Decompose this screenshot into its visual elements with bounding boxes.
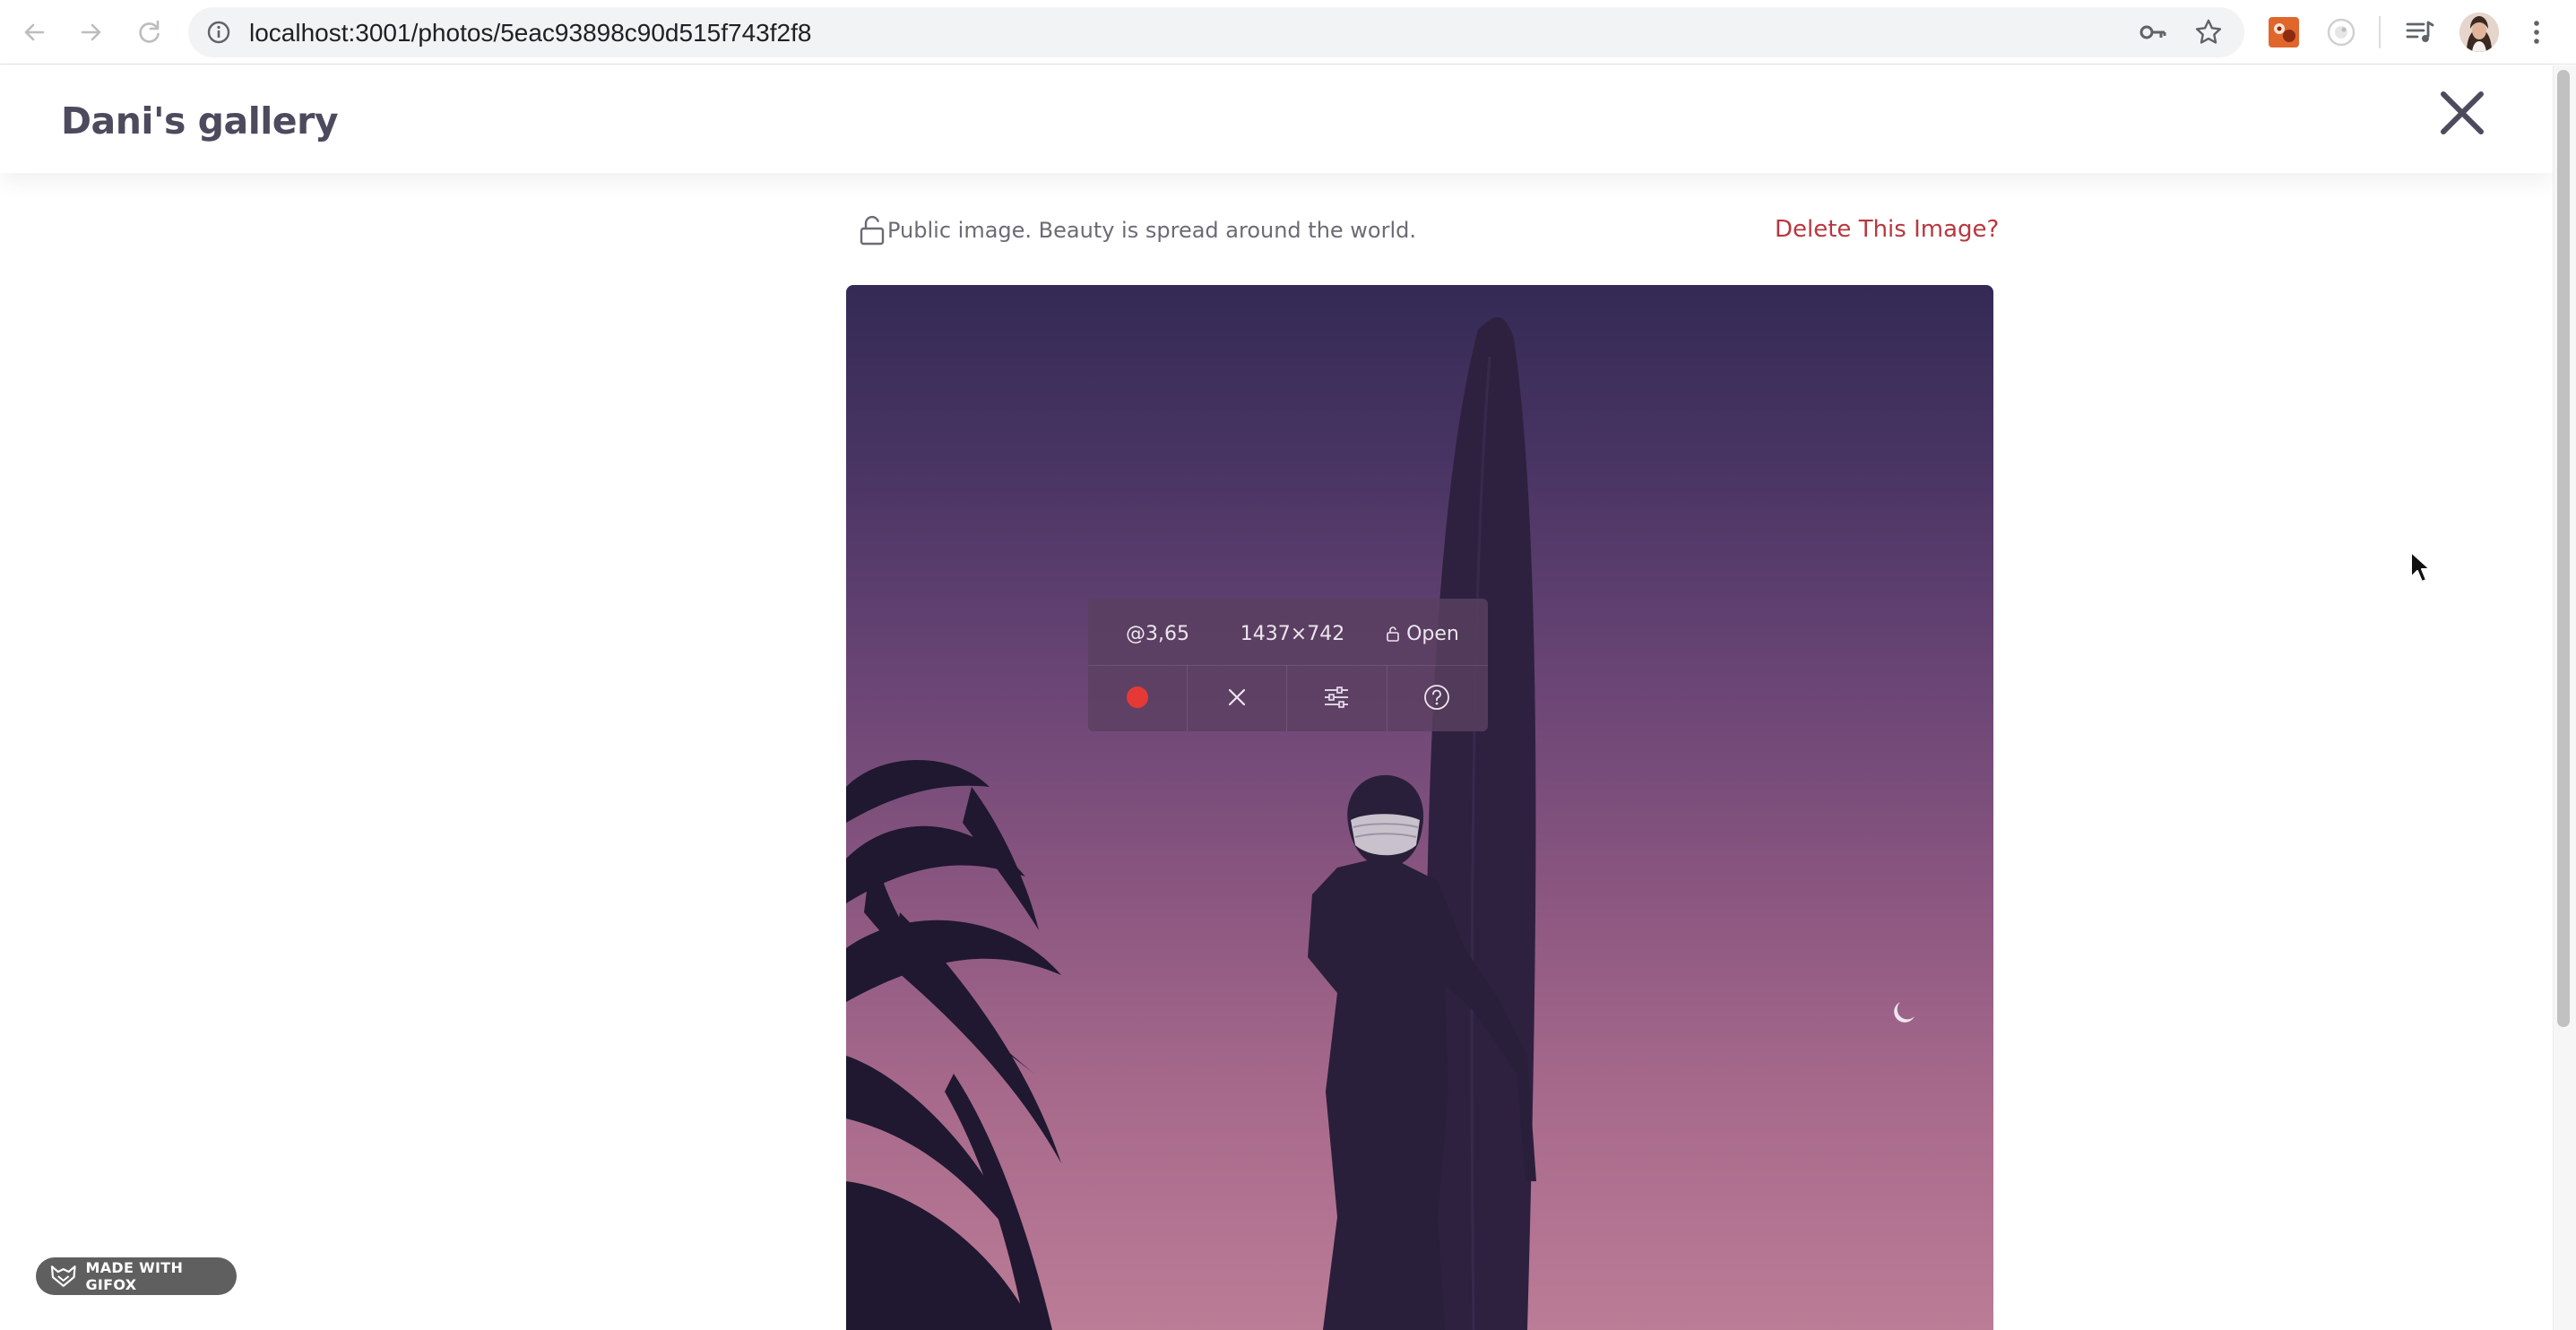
unlock-icon <box>860 215 885 246</box>
url-text[interactable]: localhost:3001/photos/5eac93898c90d515f7… <box>249 19 811 48</box>
delete-image-link[interactable]: Delete This Image? <box>1775 216 1999 243</box>
recording-panel: @3,65 1437×742 Open <box>1088 599 1488 731</box>
info-icon[interactable] <box>206 20 231 45</box>
panel-divider <box>1286 665 1287 731</box>
gifox-badge[interactable]: MADE WITH GIFOX <box>36 1257 237 1295</box>
mouse-cursor-icon <box>2410 551 2431 583</box>
gifox-badge-label: MADE WITH GIFOX <box>85 1259 184 1293</box>
app-header: Dani's gallery <box>0 65 2553 173</box>
record-button[interactable] <box>1088 672 1187 722</box>
settings-button[interactable] <box>1287 672 1386 722</box>
unlock-small-icon <box>1387 626 1399 642</box>
help-icon <box>1424 685 1449 710</box>
address-bar[interactable]: localhost:3001/photos/5eac93898c90d515f7… <box>188 7 2244 57</box>
fps-readout: @3,65 <box>1126 623 1189 645</box>
reload-icon[interactable] <box>131 14 167 50</box>
record-dot-icon <box>1127 687 1148 708</box>
help-button[interactable] <box>1387 672 1486 722</box>
extension-icon[interactable] <box>2268 16 2300 48</box>
browser-toolbar: localhost:3001/photos/5eac93898c90d515f7… <box>0 0 2576 65</box>
size-readout: 1437×742 <box>1240 623 1345 645</box>
gifox-logo-icon <box>50 1265 76 1287</box>
photo-scene <box>846 317 1915 1330</box>
lock-toggle-label: Open <box>1406 623 1459 645</box>
toolbar-divider <box>2379 16 2381 48</box>
scrollbar-thumb[interactable] <box>2557 70 2570 1027</box>
lock-toggle[interactable]: Open <box>1358 617 1488 652</box>
kebab-menu-icon[interactable] <box>2520 16 2553 48</box>
star-icon[interactable] <box>2194 18 2223 47</box>
forward-arrow-icon[interactable] <box>73 14 109 50</box>
page-title: Dani's gallery <box>61 99 339 142</box>
avatar[interactable] <box>2459 13 2499 52</box>
media-control-icon[interactable] <box>2404 16 2436 48</box>
panel-divider <box>1088 665 1488 666</box>
close-icon[interactable] <box>2438 89 2486 137</box>
sliders-icon <box>1325 687 1348 708</box>
key-icon[interactable] <box>2139 20 2167 45</box>
close-small-icon <box>1228 688 1246 706</box>
camera-extension-icon[interactable] <box>2325 16 2357 48</box>
visibility-status: Public image. Beauty is spread around th… <box>887 218 1417 243</box>
photo-image <box>846 285 1993 1330</box>
cancel-button[interactable] <box>1188 672 1286 722</box>
panel-divider <box>1187 665 1188 731</box>
back-arrow-icon[interactable] <box>16 14 52 50</box>
